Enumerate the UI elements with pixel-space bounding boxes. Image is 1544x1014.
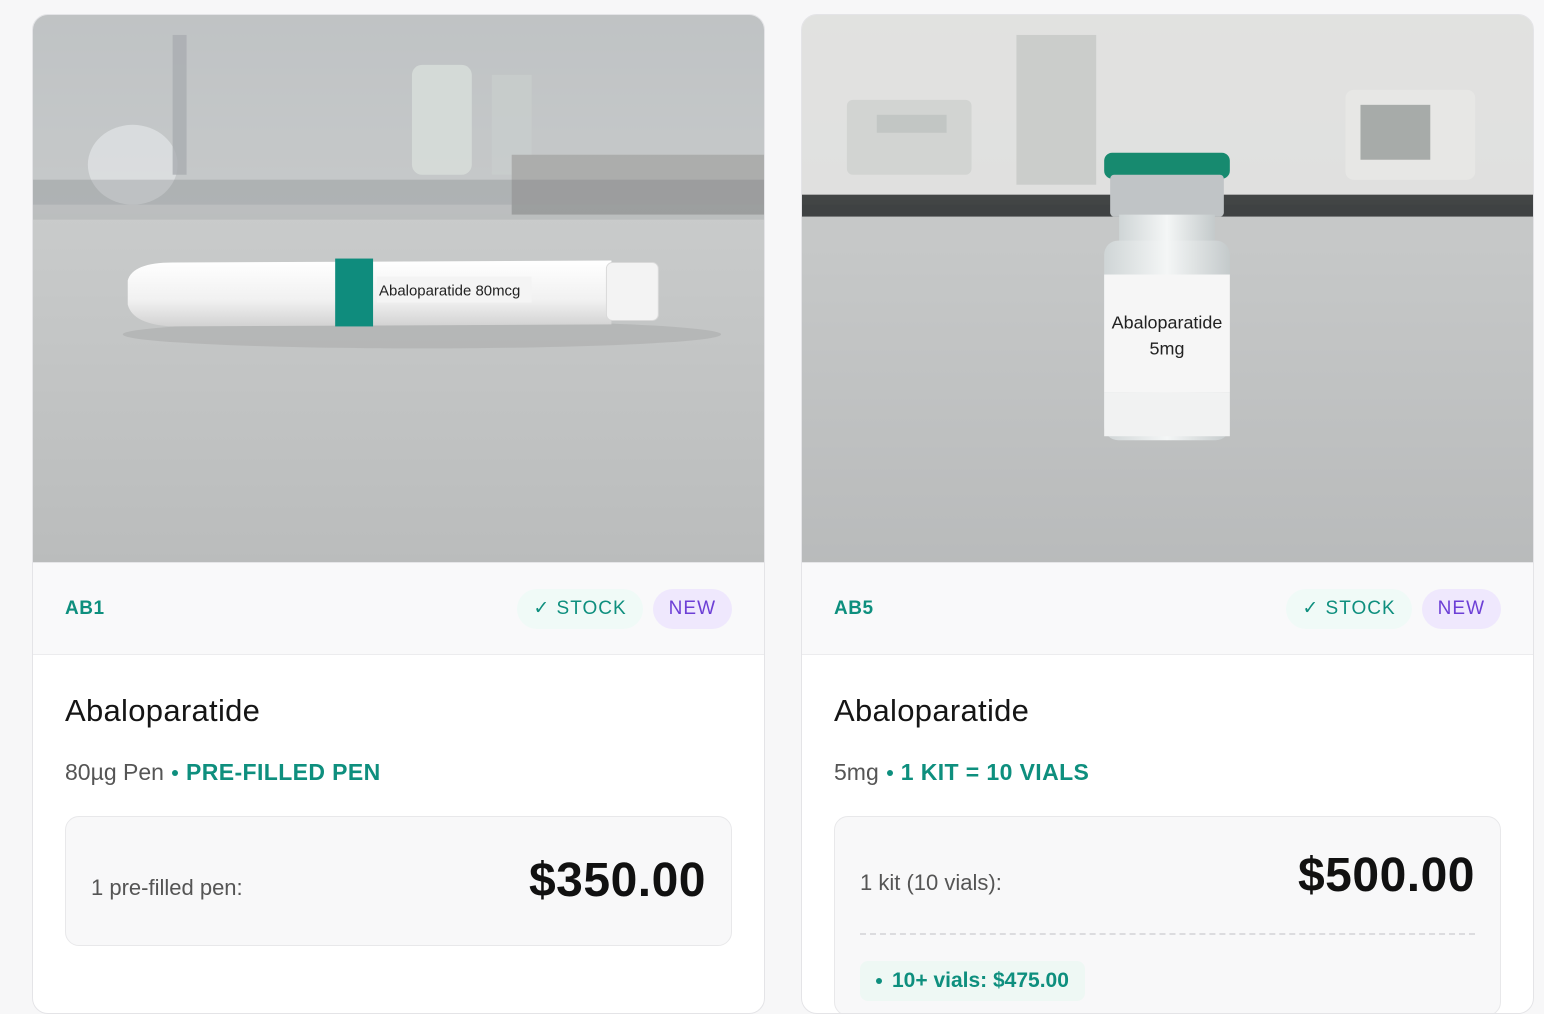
pen-label-text: Abaloparatide 80mcg [379, 282, 520, 299]
product-photo[interactable]: Abaloparatide 80mcg [33, 15, 764, 563]
price-label: 1 kit (10 vials): [860, 870, 1002, 895]
badge-group: ✓ STOCK NEW [517, 588, 732, 629]
card-body: Abaloparatide 80µg Pen PRE-FILLED PEN 1 … [33, 655, 764, 946]
pen-photo-image: Abaloparatide 80mcg [33, 15, 764, 562]
sku-code: AB5 [834, 597, 874, 619]
product-photo[interactable]: Abaloparatide 5mg [802, 15, 1533, 563]
price-box: 1 pre-filled pen: $350.00 [65, 816, 732, 946]
separator-dot [171, 769, 178, 776]
tier-dot [876, 978, 882, 984]
new-badge: NEW [652, 588, 732, 629]
price-value: $350.00 [528, 853, 706, 907]
format-text: 1 KIT = 10 VIALS [900, 759, 1090, 785]
vial-label-line1: Abaloparatide [1112, 312, 1223, 332]
product-grid: Abaloparatide 80mcg AB1 ✓ STOCK NEW Abal… [32, 14, 1534, 1014]
stock-badge: ✓ STOCK [517, 588, 643, 629]
price-row: 1 pre-filled pen: $350.00 [91, 817, 706, 943]
product-title[interactable]: Abaloparatide [834, 693, 1501, 729]
tier-text: 10+ vials: $475.00 [892, 969, 1069, 992]
card-body: Abaloparatide 5mg 1 KIT = 10 VIALS 1 kit… [802, 655, 1533, 1013]
price-label: 1 pre-filled pen: [91, 875, 243, 900]
stock-badge: ✓ STOCK [1286, 588, 1412, 629]
product-card[interactable]: Abaloparatide 80mcg AB1 ✓ STOCK NEW Abal… [32, 14, 765, 1014]
separator-dot [886, 769, 893, 776]
variant-text: 5mg [834, 759, 879, 785]
meta-bar: AB5 ✓ STOCK NEW [802, 563, 1533, 655]
product-card[interactable]: Abaloparatide 5mg AB5 ✓ STOCK NEW Abalop… [801, 14, 1534, 1014]
product-title[interactable]: Abaloparatide [65, 693, 732, 729]
new-badge: NEW [1421, 588, 1501, 629]
meta-bar: AB1 ✓ STOCK NEW [33, 563, 764, 655]
variant-text: 80µg Pen [65, 759, 164, 785]
format-text: PRE-FILLED PEN [185, 759, 381, 785]
volume-tier: 10+ vials: $475.00 [860, 961, 1085, 1001]
price-value: $500.00 [1297, 848, 1475, 902]
price-row: 1 kit (10 vials): $500.00 [860, 817, 1475, 935]
price-box: 1 kit (10 vials): $500.00 10+ vials: $47… [834, 816, 1501, 1013]
product-subline: 5mg 1 KIT = 10 VIALS [834, 759, 1501, 786]
product-subline: 80µg Pen PRE-FILLED PEN [65, 759, 732, 786]
vial-photo-image: Abaloparatide 5mg [802, 15, 1533, 562]
vial-label-line2: 5mg [1150, 338, 1185, 358]
badge-group: ✓ STOCK NEW [1286, 588, 1501, 629]
sku-code: AB1 [65, 597, 105, 619]
